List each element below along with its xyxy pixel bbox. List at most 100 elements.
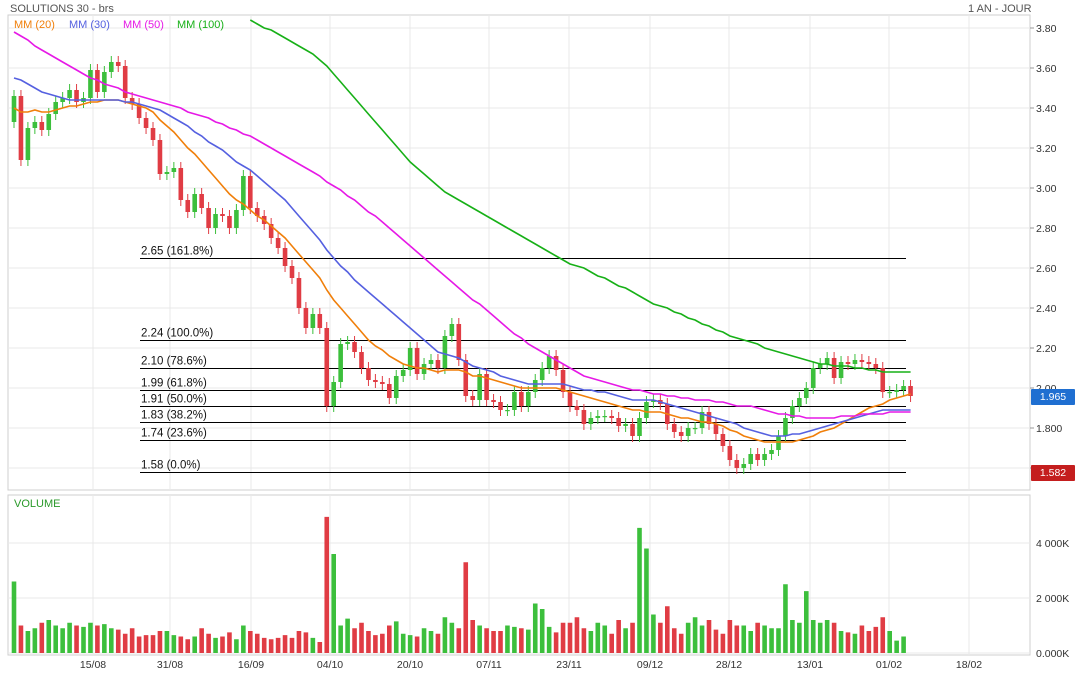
candle-body	[32, 122, 38, 128]
volume-bar	[254, 633, 260, 653]
volume-bar	[901, 636, 906, 653]
candle-body	[213, 214, 218, 228]
fib-label: 1.99 (61.8%)	[141, 378, 207, 390]
legend-ma50[interactable]: MM (50)	[123, 19, 164, 31]
volume-bar	[95, 625, 100, 653]
legend-ma30[interactable]: MM (30)	[69, 19, 110, 31]
volume-bar	[512, 626, 517, 653]
candle-body	[609, 416, 614, 418]
candle-body	[678, 432, 684, 436]
volume-bar	[352, 628, 357, 653]
candle-body	[387, 384, 392, 398]
volume-bar	[102, 624, 107, 653]
candle-body	[331, 382, 336, 406]
y-tick-label: 1.800	[1036, 423, 1062, 435]
volume-bar	[421, 628, 427, 653]
candle-body	[866, 362, 872, 364]
candle-body	[616, 418, 621, 426]
candle-body	[220, 214, 225, 216]
candle-body	[157, 140, 163, 174]
volume-tick-label: 4 000K	[1036, 538, 1069, 550]
candle-body	[178, 168, 184, 200]
x-tick-label: 20/10	[397, 659, 423, 671]
candle-body	[282, 248, 288, 266]
volume-bar	[234, 639, 239, 653]
volume-bar	[706, 620, 712, 653]
volume-bar	[852, 633, 858, 653]
y-tick-label: 2.80	[1036, 223, 1057, 235]
candle-body	[498, 402, 503, 410]
candle-body	[859, 360, 865, 362]
volume-bar	[241, 625, 246, 653]
volume-bar	[400, 633, 406, 653]
candle-body	[150, 128, 156, 140]
candle-body	[143, 118, 149, 128]
volume-bar	[192, 636, 197, 653]
candle-body	[296, 278, 302, 308]
volume-bar	[345, 618, 350, 653]
volume-bar	[11, 581, 17, 653]
volume-bar	[268, 639, 274, 653]
candle-body	[553, 356, 559, 370]
x-tick-label: 16/09	[238, 659, 264, 671]
candle-body	[449, 324, 455, 336]
candle-body	[289, 266, 295, 278]
y-tick-label: 3.80	[1036, 23, 1057, 35]
candle-body	[414, 348, 420, 374]
volume-bar	[393, 621, 399, 653]
candle-body	[359, 352, 364, 368]
period-selector[interactable]: 1 AN - JOUR	[968, 3, 1032, 15]
candle-body	[102, 72, 107, 92]
legend-ma100[interactable]: MM (100)	[177, 19, 224, 31]
volume-bar	[435, 633, 441, 653]
y-tick-label: 2.40	[1036, 303, 1057, 315]
candle-body	[477, 374, 482, 400]
volume-bar	[671, 628, 677, 653]
candle-body	[185, 200, 191, 212]
candle-body	[470, 396, 475, 400]
volume-bar	[477, 625, 482, 653]
candle-body	[192, 194, 197, 212]
volume-bar	[366, 631, 371, 653]
volume-bar	[60, 628, 65, 653]
candle-body	[727, 446, 733, 460]
volume-bar	[553, 632, 559, 653]
candle-body	[435, 360, 441, 368]
volume-bar	[602, 625, 608, 653]
candle-body	[53, 102, 58, 114]
candle-body	[797, 398, 802, 406]
y-tick-label: 3.60	[1036, 63, 1057, 75]
candle-body	[512, 392, 517, 410]
volume-bar	[741, 625, 747, 653]
volume-bar	[595, 622, 601, 653]
volume-bar	[630, 622, 635, 653]
candle-body	[595, 416, 601, 418]
volume-bar	[783, 584, 788, 653]
volume-bar	[574, 617, 580, 653]
x-tick-label: 13/01	[797, 659, 823, 671]
volume-bar	[88, 622, 93, 653]
candle-body	[602, 416, 608, 418]
candle-body	[400, 370, 406, 376]
volume-bar	[136, 636, 142, 653]
volume-bar	[658, 622, 663, 653]
candle-body	[393, 376, 399, 398]
volume-bar	[519, 628, 524, 653]
volume-bar	[734, 625, 740, 653]
volume-bar	[526, 629, 531, 653]
volume-bar	[831, 622, 837, 653]
volume-tick-label: 0.000K	[1036, 648, 1069, 660]
x-tick-label: 28/12	[716, 659, 742, 671]
candle-body	[804, 388, 809, 398]
candle-body	[852, 360, 858, 364]
candle-body	[685, 428, 691, 436]
volume-bar	[539, 609, 545, 653]
volume-bar	[609, 633, 614, 653]
volume-bar	[32, 628, 38, 653]
volume-bar	[248, 631, 253, 653]
legend-ma20[interactable]: MM (20)	[14, 19, 55, 31]
candle-body	[310, 314, 316, 328]
candle-body	[366, 368, 371, 380]
candle-body	[783, 418, 788, 436]
x-tick-label: 09/12	[637, 659, 663, 671]
